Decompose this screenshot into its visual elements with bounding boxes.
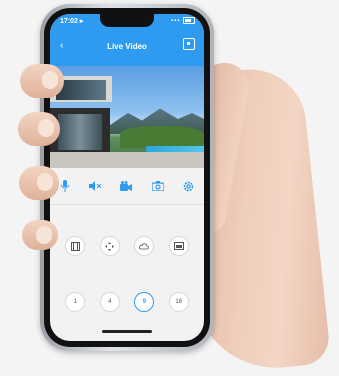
record-icon[interactable] <box>120 181 133 191</box>
notch <box>100 14 154 27</box>
finger-index <box>20 64 64 98</box>
settings-icon[interactable] <box>183 181 194 192</box>
home-indicator <box>102 330 152 333</box>
live-video-feed[interactable] <box>50 66 204 168</box>
grid-options-row: 1 4 9 16 <box>50 292 204 312</box>
status-time: 17:02 ▸ <box>60 18 84 25</box>
grid-option-4[interactable]: 4 <box>99 292 120 312</box>
page-title: Live Video <box>107 42 147 51</box>
mic-icon[interactable] <box>60 180 70 192</box>
feature-controls-row <box>50 236 204 256</box>
video-house-glass <box>58 114 102 150</box>
phone-screen: 17:02 ▸ ▪▪▪ ‹ Live Video 1 4 9 16 <box>50 14 204 341</box>
finger-middle <box>18 112 60 146</box>
video-trees <box>120 126 204 148</box>
storage-icon[interactable] <box>168 236 189 256</box>
app-header: 17:02 ▸ ▪▪▪ ‹ Live Video <box>50 14 204 66</box>
camera-icon[interactable] <box>151 181 164 191</box>
phone: 17:02 ▸ ▪▪▪ ‹ Live Video 1 4 9 16 <box>40 4 214 351</box>
video-deck <box>50 152 204 168</box>
fullscreen-icon[interactable] <box>183 38 195 50</box>
video-toolbar <box>50 176 204 196</box>
battery-icon <box>183 17 195 24</box>
finger-little <box>22 220 58 250</box>
divider <box>50 204 204 205</box>
grid-option-9[interactable]: 9 <box>134 292 155 312</box>
status-indicators: ▪▪▪ <box>171 17 195 24</box>
mute-icon[interactable] <box>89 181 102 191</box>
grid-option-1[interactable]: 1 <box>65 292 86 312</box>
scene: 17:02 ▸ ▪▪▪ ‹ Live Video 1 4 9 16 <box>0 0 339 376</box>
finger-ring <box>19 166 59 200</box>
phone-bezel: 17:02 ▸ ▪▪▪ ‹ Live Video 1 4 9 16 <box>44 8 210 347</box>
film-icon[interactable] <box>65 236 86 256</box>
cloud-icon[interactable] <box>134 236 155 256</box>
grid-option-16[interactable]: 16 <box>168 292 189 312</box>
signal-icon: ▪▪▪ <box>170 18 181 25</box>
move-icon[interactable] <box>99 236 120 256</box>
